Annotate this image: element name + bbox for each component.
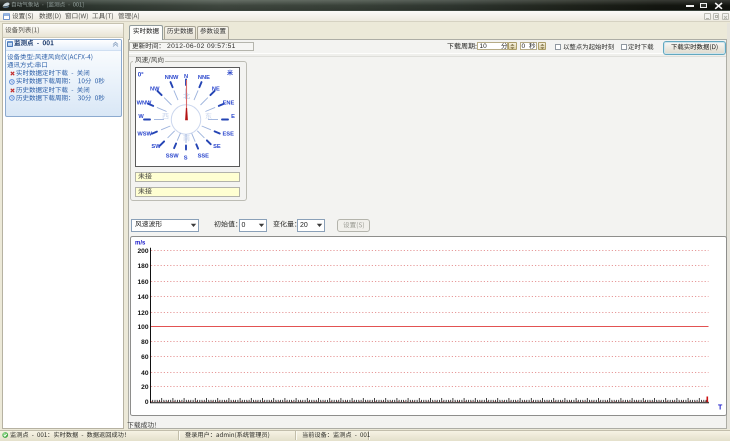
svg-text:80: 80 [141,339,149,346]
svg-text:0°: 0° [138,71,144,78]
svg-text:40: 40 [141,370,149,377]
svg-text:0: 0 [144,399,148,406]
svg-text:T: T [718,405,723,412]
svg-text:60: 60 [141,354,149,361]
svg-text:SW: SW [151,144,161,150]
svg-text:SSW: SSW [166,153,180,159]
svg-text:100: 100 [137,324,148,331]
svg-text:W: W [138,114,144,120]
svg-text:NNE: NNE [198,75,210,81]
svg-text:120: 120 [137,310,148,317]
svg-text:20: 20 [141,384,149,391]
svg-text:NE: NE [212,86,220,92]
svg-text:NNW: NNW [165,75,179,81]
svg-text:WSW: WSW [137,131,152,137]
svg-text:200: 200 [137,248,148,255]
svg-text:E: E [231,114,235,120]
svg-text:140: 140 [137,294,148,301]
svg-text:160: 160 [137,279,148,286]
svg-text:SSE: SSE [198,153,210,159]
svg-text:m/s: m/s [135,240,146,246]
svg-text:180: 180 [137,263,148,270]
svg-text:ESE: ESE [223,131,235,137]
svg-text:WNW: WNW [137,100,152,106]
svg-text:S: S [184,155,188,161]
svg-text:SE: SE [213,144,221,150]
svg-text:ENE: ENE [223,100,235,106]
svg-text:N: N [184,74,188,80]
svg-text:NW: NW [150,86,160,92]
